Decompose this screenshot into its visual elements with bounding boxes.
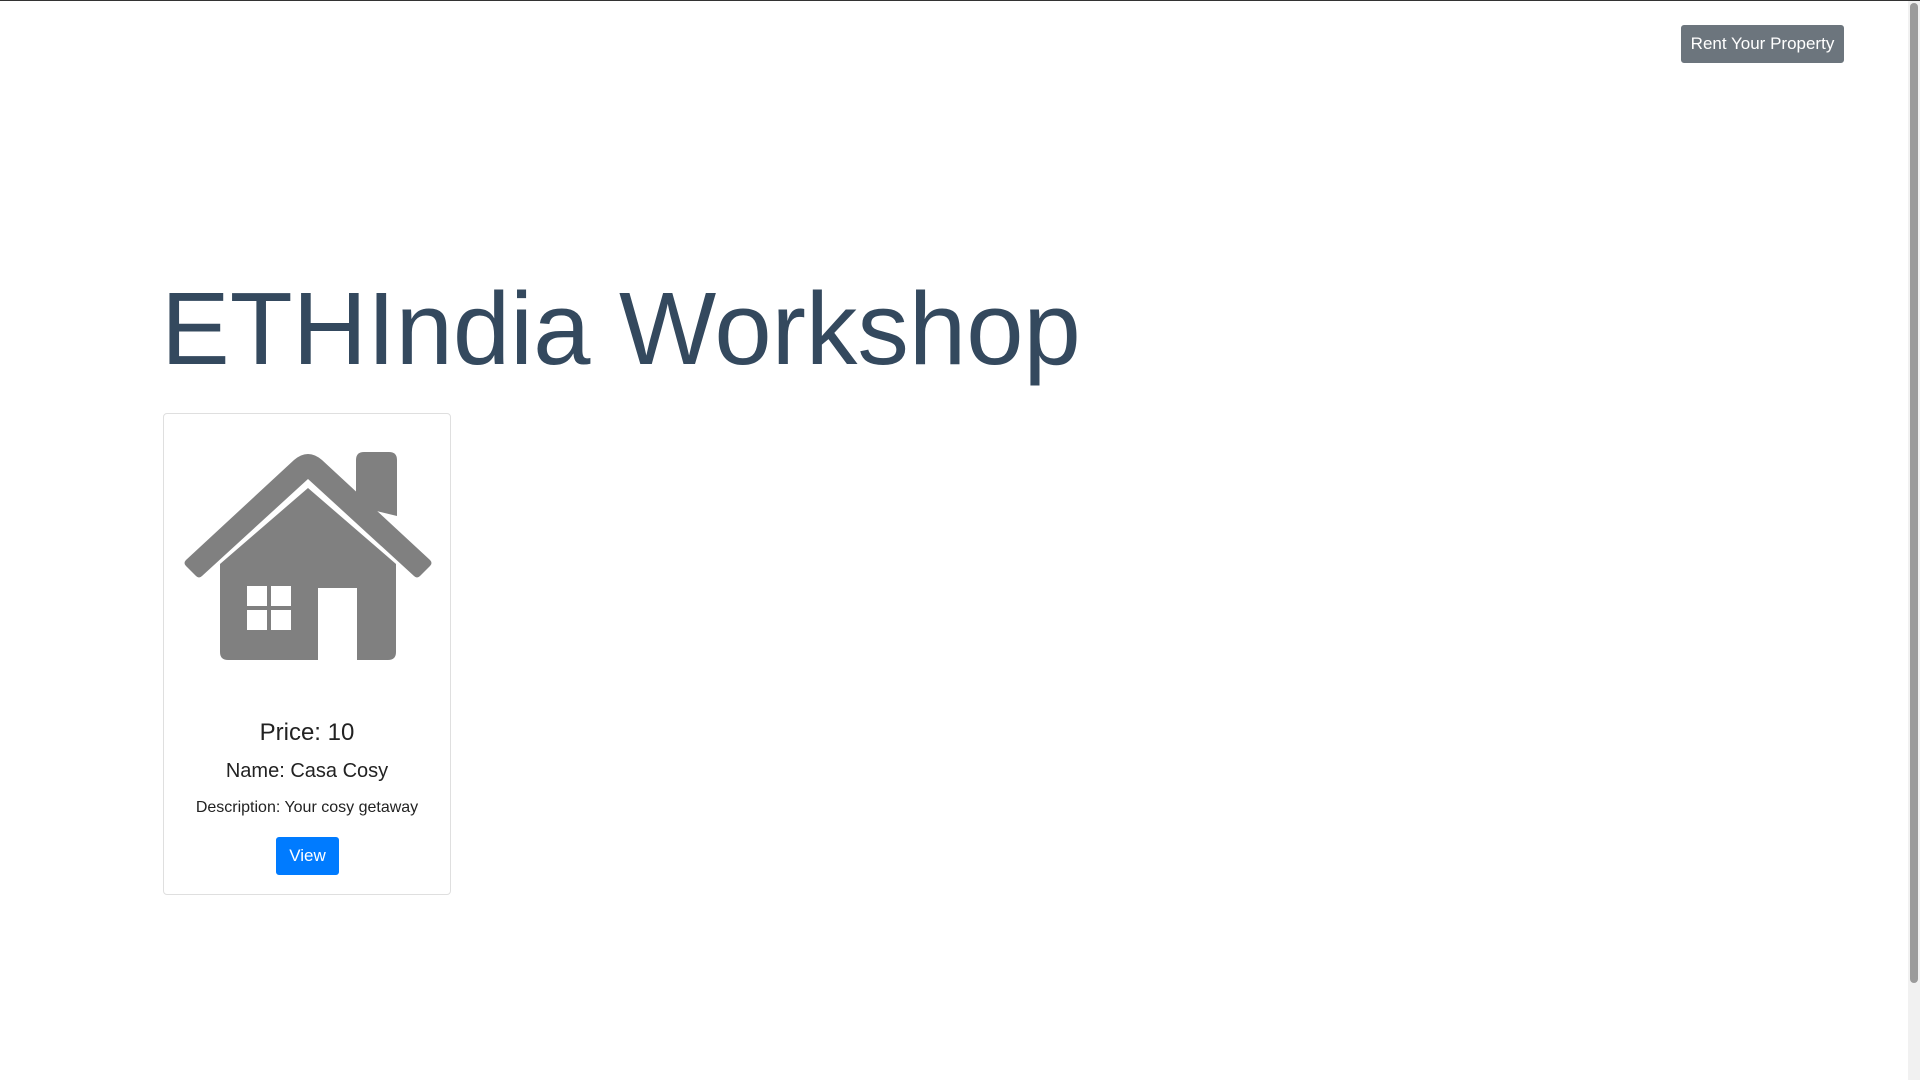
vertical-scrollbar[interactable] xyxy=(1908,1,1920,1080)
name-text: Name: Casa Cosy xyxy=(164,760,450,783)
price-label: Price: xyxy=(259,719,321,746)
description-label: Description: xyxy=(195,799,281,816)
page-title: ETHIndia Workshop xyxy=(161,271,1081,386)
price-text: Price: 10 xyxy=(164,719,450,747)
house-icon xyxy=(184,452,432,660)
rent-your-property-button[interactable]: Rent Your Property xyxy=(1681,25,1844,63)
scrollbar-thumb[interactable] xyxy=(1910,3,1918,983)
name-label: Name: xyxy=(225,760,285,782)
description-text: Description: Your cosy getaway xyxy=(164,799,450,817)
name-value: Casa Cosy xyxy=(290,760,389,782)
property-card: Price: 10 Name: Casa Cosy Description: Y… xyxy=(163,413,451,895)
view-button[interactable]: View xyxy=(276,837,339,875)
page: Rent Your Property ETHIndia Workshop Pri… xyxy=(0,0,1920,1080)
price-value: 10 xyxy=(327,719,355,746)
description-value: Your cosy getaway xyxy=(284,799,419,816)
